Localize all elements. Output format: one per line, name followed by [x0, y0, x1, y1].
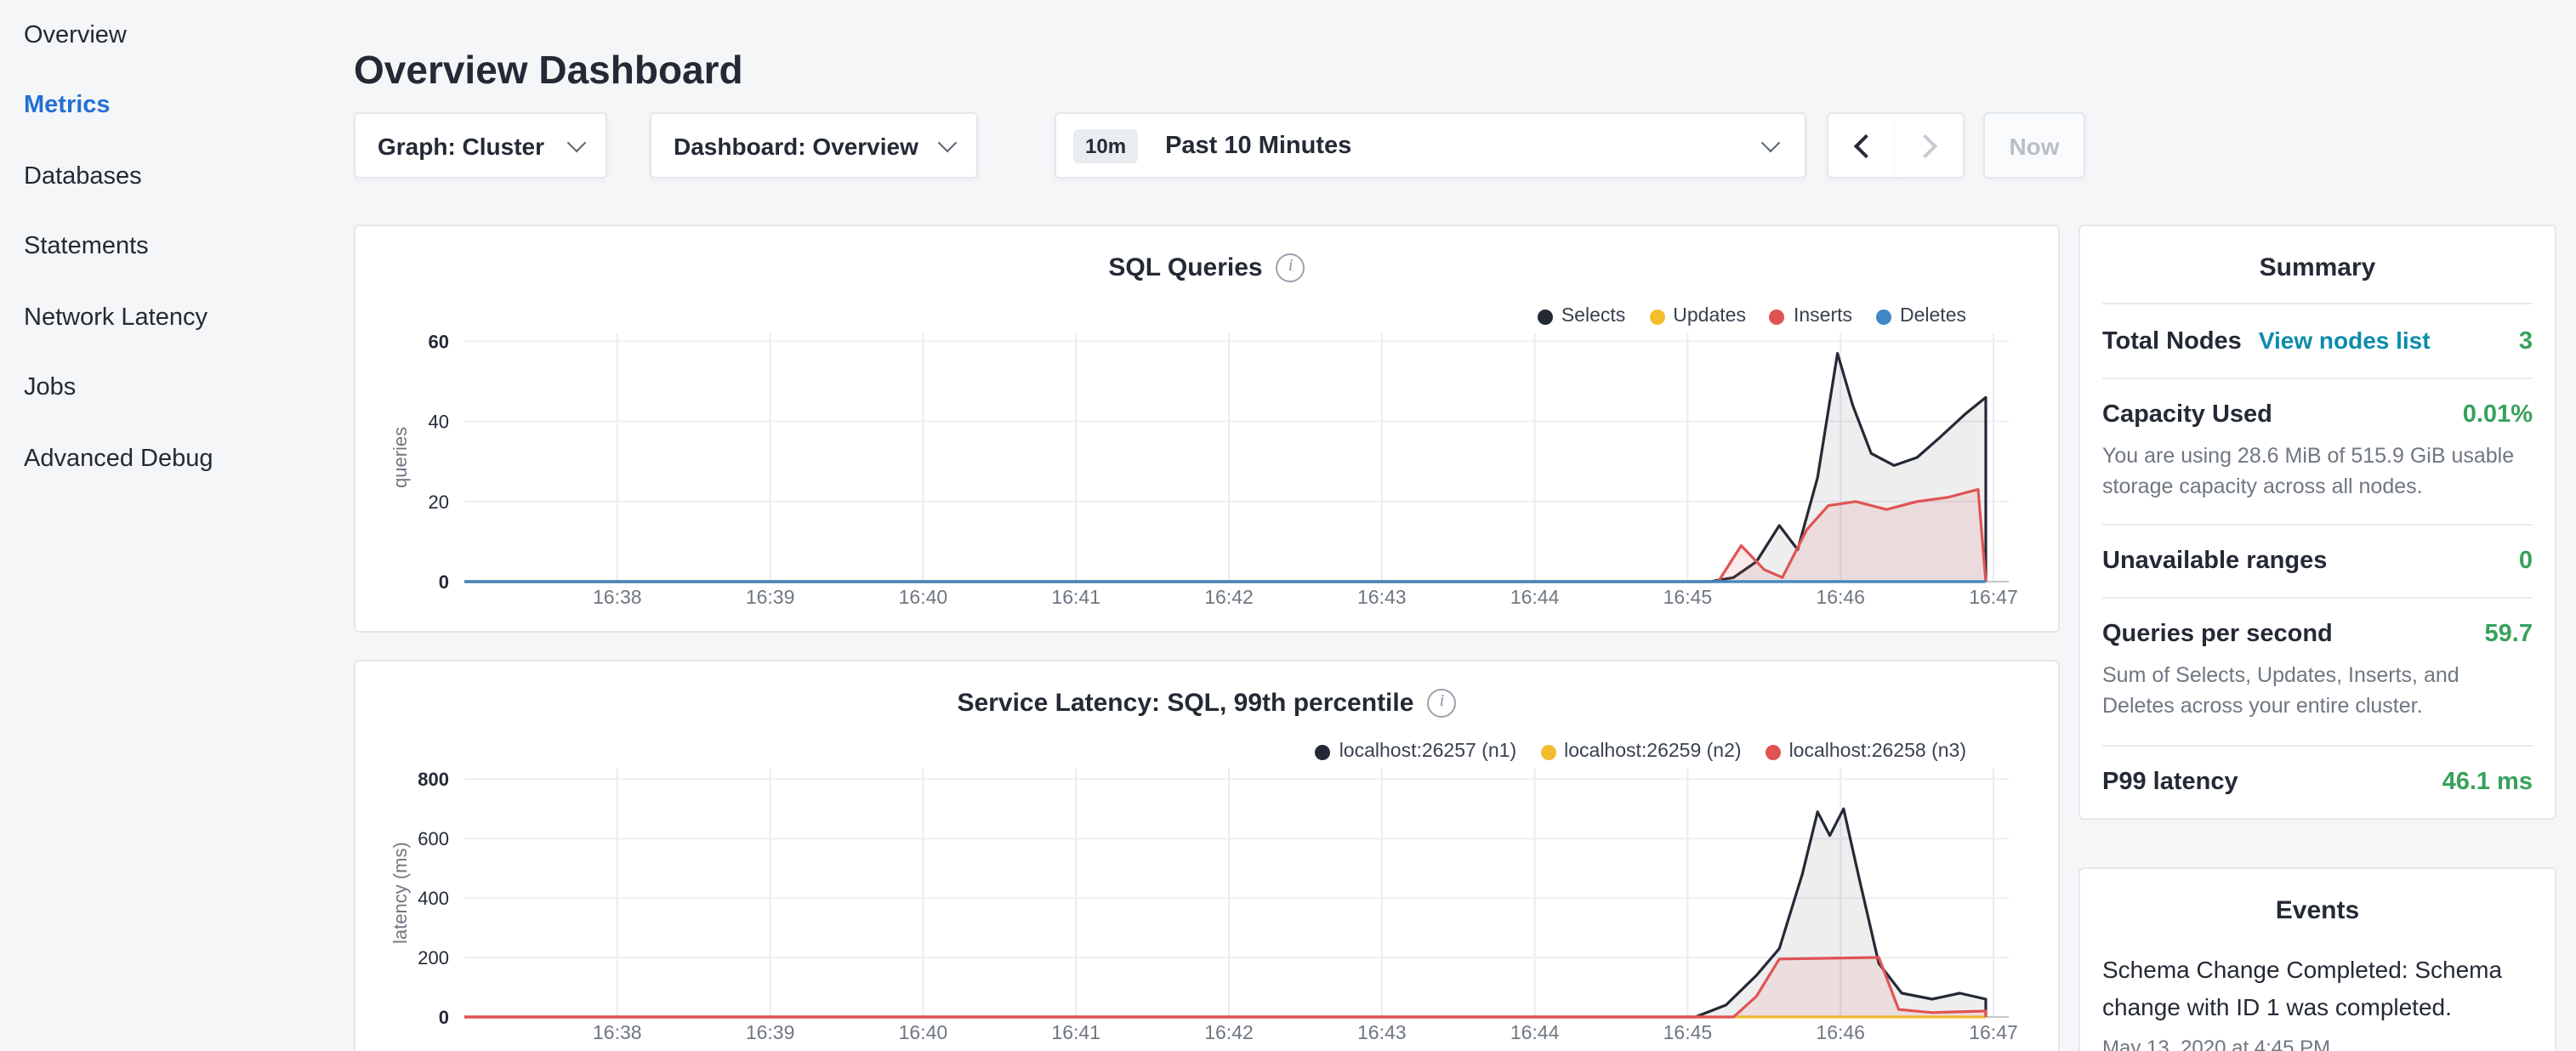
svg-text:16:38: 16:38 [593, 586, 642, 608]
svg-text:16:40: 16:40 [899, 1021, 948, 1043]
chart-plot: 16:38 16:39 16:40 16:41 16:42 16:43 16:44 16:45… [386, 320, 2022, 616]
dashboard-dropdown-label: Dashboard: Overview [674, 132, 918, 159]
now-button-label: Now [2009, 132, 2059, 159]
summary-value: 3 [2519, 328, 2533, 355]
summary-value: 0 [2519, 548, 2533, 576]
chevron-left-icon [1853, 134, 1877, 157]
chart-plot: 16:38 16:39 16:40 16:41 16:42 16:43 16:44 16:45… [386, 755, 2022, 1051]
svg-text:40: 40 [429, 412, 449, 433]
svg-text:16:39: 16:39 [746, 1021, 795, 1043]
events-title: Events [2102, 869, 2533, 946]
summary-label: Unavailable ranges [2102, 548, 2327, 576]
now-button[interactable]: Now [1983, 112, 2085, 179]
svg-text:400: 400 [418, 888, 449, 909]
summary-label: P99 latency [2102, 768, 2238, 795]
sql-queries-chart-card: SQL Queries SelectsUpdatesInsertsDeletes… [354, 224, 2060, 633]
page-title: Overview Dashboard [354, 48, 743, 94]
summary-row: P99 latency 46.1 ms [2102, 744, 2533, 817]
time-range-label: Past 10 Minutes [1165, 132, 1764, 159]
svg-text:16:40: 16:40 [899, 586, 948, 608]
summary-label: Capacity Used [2102, 401, 2272, 429]
info-icon[interactable] [1277, 253, 1305, 282]
summary-description: Sum of Selects, Updates, Inserts, and De… [2102, 661, 2533, 723]
time-range-badge: 10m [1073, 128, 1138, 162]
svg-text:16:45: 16:45 [1663, 586, 1713, 608]
summary-value: 59.7 [2485, 622, 2533, 649]
summary-value: 0.01% [2463, 401, 2533, 429]
sidebar-item-network-latency[interactable]: Network Latency [0, 282, 330, 353]
sidebar-item-metrics[interactable]: Metrics [0, 71, 330, 141]
svg-text:16:45: 16:45 [1663, 1021, 1713, 1043]
svg-text:16:42: 16:42 [1204, 586, 1254, 608]
chart-title: Service Latency: SQL, 99th percentile [958, 689, 1414, 718]
svg-text:16:46: 16:46 [1816, 1021, 1865, 1043]
svg-text:16:46: 16:46 [1816, 586, 1865, 608]
svg-text:16:47: 16:47 [1969, 1021, 2018, 1043]
summary-label: Queries per second [2102, 622, 2333, 649]
svg-text:16:44: 16:44 [1510, 586, 1560, 608]
svg-text:20: 20 [429, 491, 449, 513]
sidebar-item-overview[interactable]: Overview [0, 0, 330, 71]
chart-title-row: SQL Queries [355, 253, 2058, 282]
svg-text:16:43: 16:43 [1357, 586, 1407, 608]
controls-bar: Graph: Cluster Dashboard: Overview 10m P… [354, 112, 2106, 179]
sidebar-item-databases[interactable]: Databases [0, 141, 330, 212]
chevron-down-icon [567, 133, 587, 152]
summary-label: Total Nodes [2102, 328, 2242, 355]
chart-title: SQL Queries [1108, 253, 1262, 282]
events-list: Schema Change Completed: Schema change w… [2102, 946, 2533, 1051]
sidebar-item-advanced-debug[interactable]: Advanced Debug [0, 423, 330, 494]
sidebar-item-jobs[interactable]: Jobs [0, 353, 330, 423]
svg-text:16:47: 16:47 [1969, 586, 2018, 608]
svg-text:16:43: 16:43 [1357, 1021, 1407, 1043]
svg-text:800: 800 [418, 769, 449, 790]
info-icon[interactable] [1427, 689, 1456, 718]
time-prev-button[interactable] [1827, 112, 1896, 179]
chevron-down-icon [938, 133, 958, 152]
summary-row: Total Nodes View nodes list 3 [2102, 303, 2533, 378]
svg-text:16:39: 16:39 [746, 586, 795, 608]
time-range-dropdown[interactable]: 10m Past 10 Minutes [1055, 112, 1806, 179]
sidebar-nav: OverviewMetricsDatabasesStatementsNetwor… [0, 0, 330, 1051]
summary-panel: Summary Total Nodes View nodes list 3 Capac… [2078, 224, 2556, 819]
service-latency-chart-card: Service Latency: SQL, 99th percentile lo… [354, 660, 2060, 1051]
svg-text:0: 0 [439, 1007, 449, 1028]
svg-text:200: 200 [418, 947, 449, 969]
view-nodes-link[interactable]: View nodes list [2259, 327, 2431, 354]
app-root: OverviewMetricsDatabasesStatementsNetwor… [0, 0, 2576, 1051]
svg-text:16:44: 16:44 [1510, 1021, 1560, 1043]
summary-row: Unavailable ranges 0 [2102, 525, 2533, 598]
summary-rows: Total Nodes View nodes list 3 Capacity Used… [2102, 303, 2533, 817]
chevron-right-icon [1914, 134, 1937, 157]
dashboard-dropdown[interactable]: Dashboard: Overview [650, 112, 978, 179]
graph-dropdown[interactable]: Graph: Cluster [354, 112, 607, 179]
svg-text:600: 600 [418, 828, 449, 849]
svg-text:16:41: 16:41 [1051, 1021, 1100, 1043]
summary-row: Queries per second 59.7 Sum of Selects, Up… [2102, 598, 2533, 745]
svg-text:60: 60 [429, 331, 449, 352]
svg-text:0: 0 [439, 571, 449, 593]
summary-value: 46.1 ms [2442, 768, 2533, 795]
svg-text:16:41: 16:41 [1051, 586, 1100, 608]
sidebar-item-statements[interactable]: Statements [0, 212, 330, 282]
svg-text:16:42: 16:42 [1204, 1021, 1254, 1043]
graph-dropdown-label: Graph: Cluster [378, 132, 544, 159]
event-timestamp: May 13, 2020 at 4:45 PM [2102, 1037, 2533, 1051]
svg-text:16:38: 16:38 [593, 1021, 642, 1043]
summary-row: Capacity Used 0.01% You are using 28.6 MiB… [2102, 378, 2533, 525]
summary-title: Summary [2102, 226, 2533, 303]
chevron-down-icon [1761, 133, 1781, 152]
event-text: Schema Change Completed: Schema change w… [2102, 952, 2533, 1026]
chart-title-row: Service Latency: SQL, 99th percentile [355, 689, 2058, 718]
summary-description: You are using 28.6 MiB of 515.9 GiB usab… [2102, 440, 2533, 503]
event-item[interactable]: Schema Change Completed: Schema change w… [2102, 946, 2533, 1051]
events-panel: Events Schema Change Completed: Schema c… [2078, 867, 2556, 1051]
time-next-button[interactable] [1895, 112, 1965, 179]
